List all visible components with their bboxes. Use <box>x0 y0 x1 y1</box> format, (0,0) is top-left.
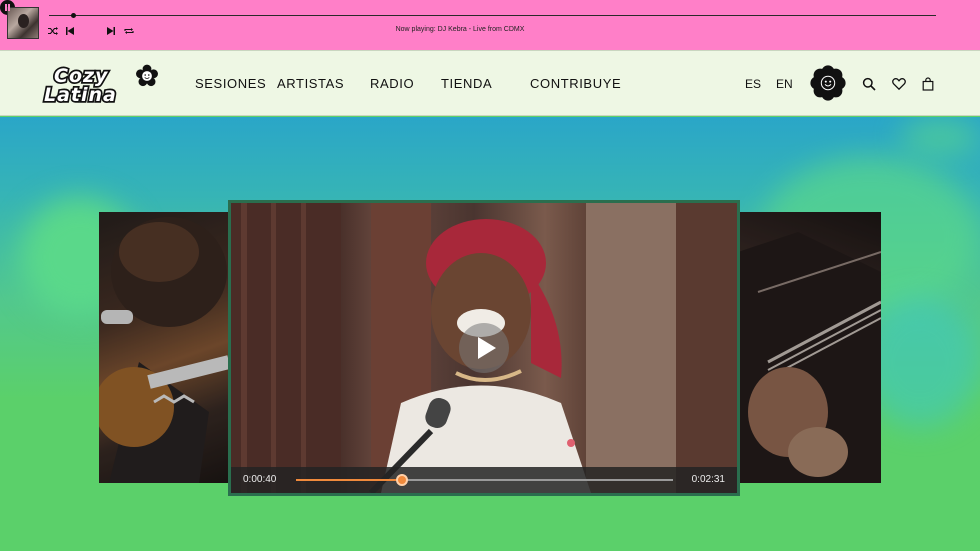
language-es[interactable]: ES <box>745 77 761 91</box>
play-button[interactable] <box>459 323 509 373</box>
carousel-slide-previous[interactable] <box>99 212 233 483</box>
current-time: 0:00:40 <box>243 474 277 485</box>
track-progress-knob[interactable] <box>70 13 76 18</box>
search-icon[interactable] <box>862 77 876 91</box>
background-blob <box>900 117 980 157</box>
video-player[interactable]: 0:00:40 0:02:31 <box>228 200 740 496</box>
hero-carousel: 0:00:40 0:02:31 <box>0 117 980 551</box>
site-logo[interactable]: Cozy Latina <box>40 63 162 108</box>
flower-smiley-icon[interactable] <box>809 64 847 102</box>
now-playing-text: Now playing: DJ Kebra - Live from CDMX <box>395 26 525 33</box>
heart-icon[interactable] <box>892 77 906 91</box>
carousel-slide-next[interactable] <box>738 212 881 483</box>
seek-handle[interactable] <box>395 474 408 486</box>
logo-flower-icon <box>136 64 158 87</box>
video-screen[interactable]: 0:00:40 0:02:31 <box>231 203 737 493</box>
language-en[interactable]: EN <box>776 77 793 91</box>
track-thumbnail[interactable] <box>7 7 39 39</box>
mini-player-bar: Now playing: DJ Kebra - Live from CDMX <box>0 0 980 50</box>
total-time: 0:02:31 <box>691 474 725 485</box>
site-header: Cozy Latina SESIONES ARTISTAS RADIO TIEN… <box>0 50 980 116</box>
nav-radio[interactable]: RADIO <box>370 76 414 91</box>
nav-artistas[interactable]: ARTISTAS <box>277 76 344 91</box>
logo-word-latina: Latina <box>44 84 117 105</box>
track-progress-bar[interactable] <box>49 15 936 16</box>
video-controls: 0:00:40 0:02:31 <box>231 467 737 493</box>
nav-tienda[interactable]: TIENDA <box>441 76 492 91</box>
shopping-bag-icon[interactable] <box>921 77 935 91</box>
nav-contribuye[interactable]: CONTRIBUYE <box>530 76 621 91</box>
nav-sesiones[interactable]: SESIONES <box>195 76 266 91</box>
seek-bar[interactable] <box>296 474 673 486</box>
seek-bar-fill <box>296 479 402 481</box>
